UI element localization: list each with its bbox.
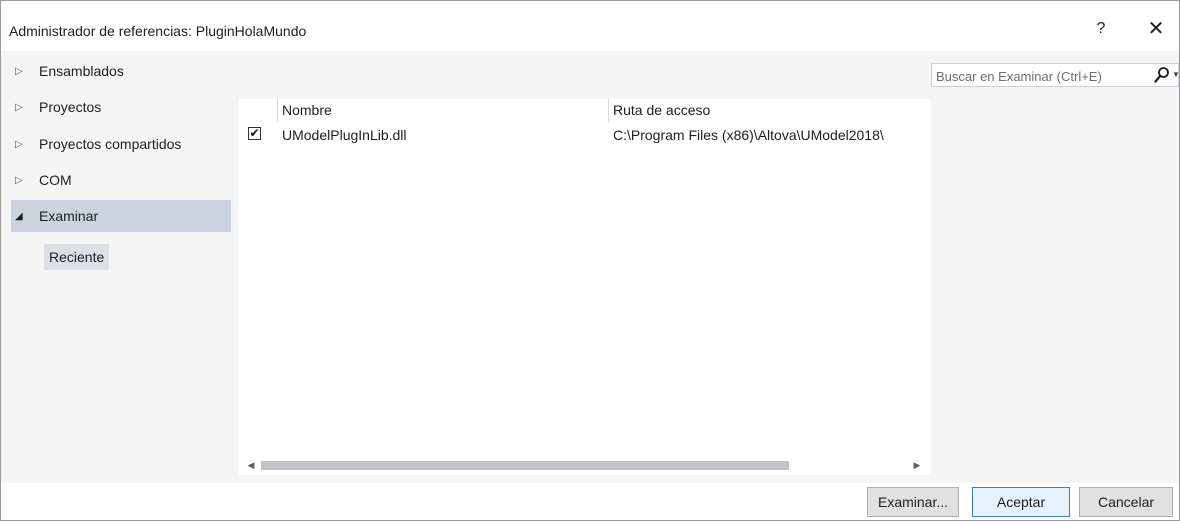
nav-item-label: COM xyxy=(39,172,72,188)
nav-item-label: Examinar xyxy=(39,208,99,224)
category-nav: ▷ Ensamblados ▷ Proyectos ▷ Proyectos co… xyxy=(1,51,233,483)
browse-button[interactable]: Examinar... xyxy=(867,487,959,517)
cell-path: C:\Program Files (x86)\Altova\UModel2018… xyxy=(613,127,884,143)
table-row[interactable]: ✔ UModelPlugInLib.dll C:\Program Files (… xyxy=(239,124,931,146)
dialog-content: ▷ Ensamblados ▷ Proyectos ▷ Proyectos co… xyxy=(1,51,1180,483)
window-title: Administrador de referencias: PluginHola… xyxy=(9,23,307,39)
arrow-right-icon: ▷ xyxy=(15,65,23,77)
nav-item-label: Ensamblados xyxy=(39,63,124,79)
nav-item-ensamblados[interactable]: ▷ Ensamblados xyxy=(11,56,231,86)
cancel-button[interactable]: Cancelar xyxy=(1079,487,1173,517)
column-header-nombre[interactable]: Nombre xyxy=(277,99,607,122)
cell-name: UModelPlugInLib.dll xyxy=(282,127,407,143)
nav-item-label: Proyectos compartidos xyxy=(39,136,182,152)
search-icon[interactable] xyxy=(1154,66,1170,84)
scroll-left-icon[interactable]: ◀ xyxy=(245,459,257,471)
scroll-right-icon[interactable]: ▶ xyxy=(911,459,923,471)
reference-manager-dialog: Administrador de referencias: PluginHola… xyxy=(0,0,1180,521)
nav-item-com[interactable]: ▷ COM xyxy=(11,165,231,195)
horizontal-scrollbar[interactable]: ◀ ▶ xyxy=(239,455,931,475)
arrow-right-icon: ▷ xyxy=(15,174,23,186)
row-checkbox[interactable]: ✔ xyxy=(248,127,261,140)
help-button[interactable]: ? xyxy=(1089,17,1113,41)
nav-item-label: Proyectos xyxy=(39,99,102,115)
close-button[interactable]: ✕ xyxy=(1141,15,1171,43)
nav-item-examinar[interactable]: ◢ Examinar xyxy=(11,200,231,232)
search-input[interactable] xyxy=(932,64,1143,88)
ok-button[interactable]: Aceptar xyxy=(972,487,1070,517)
references-list: Nombre Ruta de acceso ✔ UModelPlugInLib.… xyxy=(239,99,931,475)
search-box: ▼ xyxy=(931,63,1180,88)
title-bar: Administrador de referencias: PluginHola… xyxy=(1,1,1179,51)
scroll-thumb[interactable] xyxy=(261,461,789,470)
arrow-right-icon: ▷ xyxy=(15,101,23,113)
arrow-down-icon: ◢ xyxy=(15,210,23,222)
nav-subitem-reciente[interactable]: Reciente xyxy=(44,244,110,270)
list-header: Nombre Ruta de acceso xyxy=(239,99,931,122)
nav-item-proyectos-compartidos[interactable]: ▷ Proyectos compartidos xyxy=(11,129,231,159)
chevron-down-icon[interactable]: ▼ xyxy=(1172,70,1180,79)
arrow-right-icon: ▷ xyxy=(15,138,23,150)
dialog-footer: Examinar... Aceptar Cancelar xyxy=(1,483,1179,520)
nav-item-proyectos[interactable]: ▷ Proyectos xyxy=(11,92,231,122)
column-header-ruta[interactable]: Ruta de acceso xyxy=(608,99,931,122)
